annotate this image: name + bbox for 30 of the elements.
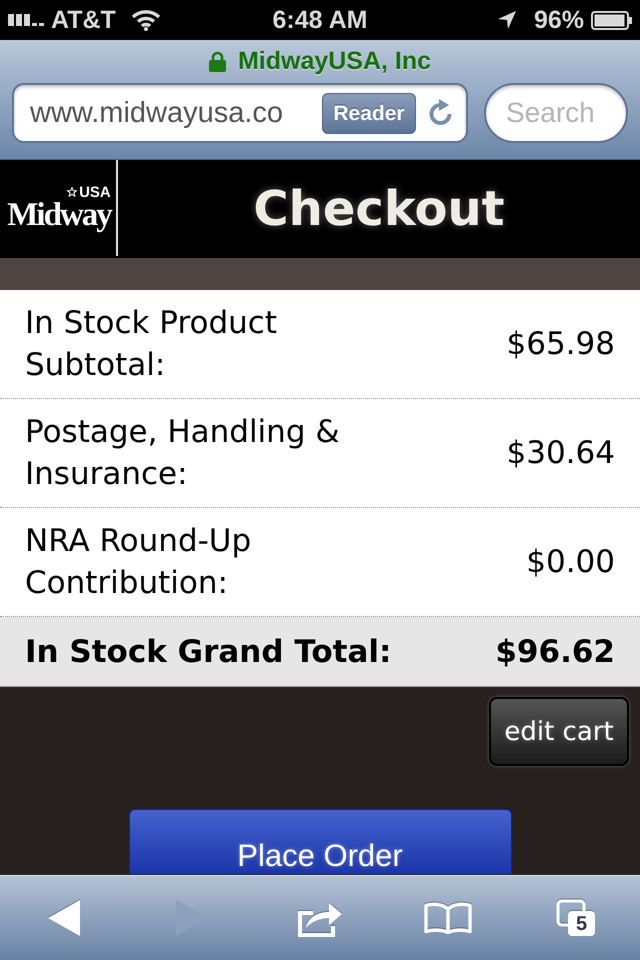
total-label: In Stock Grand Total:: [25, 632, 392, 672]
summary-amount: $65.98: [506, 325, 615, 364]
summary-amount: $30.64: [506, 434, 615, 473]
carrier-name: AT&T: [51, 8, 116, 32]
summary-label: NRA Round-Up Contribution:: [25, 522, 252, 603]
page-title: Checkout: [253, 185, 505, 233]
edit-cart-button[interactable]: edit cart: [489, 697, 629, 766]
summary-label: Postage, Handling & Insurance:: [25, 413, 341, 494]
refresh-icon[interactable]: [428, 99, 454, 127]
battery-icon: [591, 10, 632, 30]
clock-time: 6:48 AM: [272, 8, 368, 32]
signal-icon: [8, 14, 45, 26]
wifi-icon: [130, 9, 161, 31]
site-title: MidwayUSA, Inc: [238, 48, 432, 74]
place-order-button[interactable]: Place Order: [128, 809, 512, 874]
tabs-button[interactable]: 5: [548, 893, 604, 943]
summary-amount: $0.00: [526, 543, 615, 582]
logo-tagline: USA: [79, 184, 111, 200]
search-field[interactable]: Search: [484, 83, 628, 143]
summary-label: In Stock Product Subtotal:: [25, 304, 278, 385]
pages-icon: [556, 899, 596, 937]
url-field[interactable]: www.midwayusa.co: [30, 98, 322, 128]
open-book-icon: [424, 902, 472, 934]
back-icon: [48, 900, 80, 936]
total-amount: $96.62: [495, 632, 615, 672]
location-arrow-icon: [498, 11, 516, 29]
battery-percent: 96%: [534, 8, 584, 32]
star-icon: [67, 187, 78, 197]
reader-button[interactable]: Reader: [322, 92, 416, 134]
logo-wordmark: Midway: [7, 198, 111, 232]
